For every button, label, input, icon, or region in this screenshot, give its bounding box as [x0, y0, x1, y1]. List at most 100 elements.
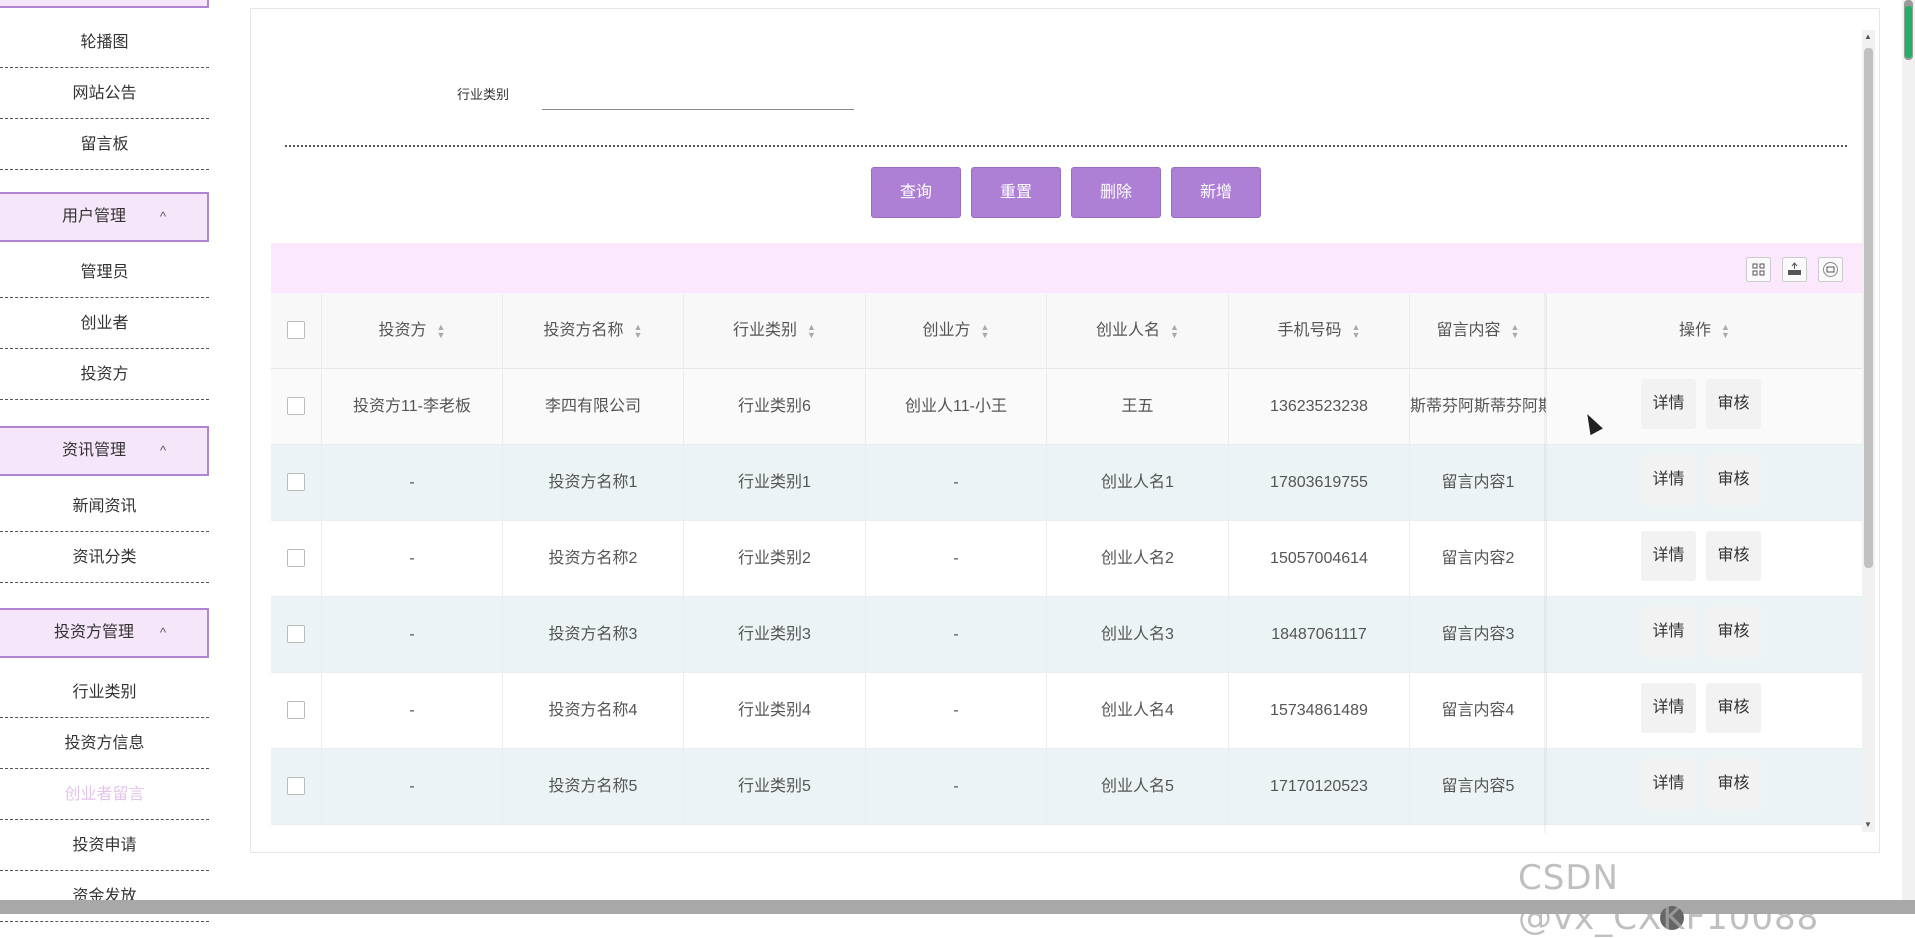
sort-icon[interactable]: ▲ ▼ [1352, 322, 1361, 339]
sidebar-item-investor[interactable]: 投资方 [0, 349, 209, 400]
print-icon[interactable] [1818, 257, 1843, 282]
audit-button[interactable]: 审核 [1706, 379, 1761, 429]
detail-button[interactable]: 详情 [1641, 455, 1696, 505]
scrollbar-thumb[interactable] [1864, 48, 1873, 568]
cell-founder: 创业人11-小王 [866, 369, 1047, 445]
sidebar-item-investor-info[interactable]: 投资方信息 [0, 718, 209, 769]
cell-founder-name: 创业人名1 [1047, 445, 1229, 521]
delete-button[interactable]: 删除 [1071, 167, 1161, 218]
row-checkbox[interactable] [287, 777, 305, 795]
cell-founder: - [866, 521, 1047, 597]
chevron-up-icon: ^ [160, 443, 167, 458]
cell-industry: 行业类别2 [684, 521, 866, 597]
sidebar-group-collapsed-top[interactable] [0, 0, 209, 8]
cell-founder-name: 创业人名3 [1047, 597, 1229, 673]
row-checkbox-cell [271, 597, 322, 673]
cell-message: 留言内容3 [1410, 597, 1547, 673]
industry-filter-input[interactable] [542, 80, 854, 110]
cell-actions: 详情 审核 [1547, 521, 1862, 597]
table-row: - 投资方名称3 行业类别3- 创业人名3 18487061117 留言内容3 详情 审核 [271, 597, 1862, 673]
cell-message: 留言内容2 [1410, 521, 1547, 597]
fixed-column-shadow [1544, 293, 1547, 833]
sidebar-item-admin[interactable]: 管理员 [0, 247, 209, 298]
sidebar-item-news[interactable]: 新闻资讯 [0, 481, 209, 532]
cell-actions: 详情 审核 [1547, 673, 1862, 749]
scroll-down-icon[interactable]: ▼ [1864, 820, 1872, 829]
sidebar-item-founder-messages[interactable]: 创业者留言 [0, 769, 209, 820]
sort-icon[interactable]: ▲ ▼ [1170, 322, 1179, 339]
sidebar-item-carousel[interactable]: 轮播图 [0, 17, 209, 68]
column-header-founder-name[interactable]: 创业人名 ▲ ▼ [1047, 293, 1229, 369]
row-checkbox[interactable] [287, 549, 305, 567]
cell-founder: - [866, 673, 1047, 749]
sidebar-item-fund-disbursement[interactable]: 资金发放 [0, 871, 209, 922]
sidebar-item-founder[interactable]: 创业者 [0, 298, 209, 349]
cell-investor: - [322, 445, 503, 521]
side-widget-tab[interactable] [1905, 6, 1912, 58]
column-header-message[interactable]: 留言内容 ▲ ▼ [1410, 293, 1547, 369]
sidebar-group-user-management[interactable]: 用户管理 ^ [0, 192, 209, 242]
cell-phone: 13623523238 [1229, 369, 1410, 445]
detail-button[interactable]: 详情 [1641, 531, 1696, 581]
sort-icon[interactable]: ▲ ▼ [981, 322, 990, 339]
data-table: 投资方 ▲ ▼ 投资方名称 ▲ ▼ 行业类别 ▲ ▼ 创业方 ▲ ▼ 创业人名 ▲ ▼ 手机号码 ▲ ▼… [271, 293, 1862, 833]
row-checkbox-cell [271, 369, 322, 445]
detail-button[interactable]: 详情 [1641, 379, 1696, 429]
sort-icon[interactable]: ▲ ▼ [807, 322, 816, 339]
sidebar-item-announcements[interactable]: 网站公告 [0, 68, 209, 119]
sidebar-group-investor-management[interactable]: 投资方管理 ^ [0, 608, 209, 658]
audit-button[interactable]: 审核 [1706, 759, 1761, 809]
column-header-investor[interactable]: 投资方 ▲ ▼ [322, 293, 503, 369]
row-checkbox[interactable] [287, 397, 305, 415]
sidebar-group-news-management[interactable]: 资讯管理 ^ [0, 426, 209, 476]
row-checkbox[interactable] [287, 701, 305, 719]
cell-investor: 投资方11-李老板 [322, 369, 503, 445]
reset-button[interactable]: 重置 [971, 167, 1061, 218]
audit-button[interactable]: 审核 [1706, 531, 1761, 581]
audit-button[interactable]: 审核 [1706, 455, 1761, 505]
row-checkbox[interactable] [287, 473, 305, 491]
cell-investor-name: 投资方名称5 [503, 749, 684, 825]
row-checkbox-cell [271, 445, 322, 521]
cell-founder: - [866, 749, 1047, 825]
select-all-checkbox[interactable] [287, 321, 305, 339]
sort-icon[interactable]: ▲ ▼ [437, 322, 446, 339]
columns-icon[interactable] [1746, 257, 1771, 282]
sort-icon[interactable]: ▲ ▼ [1511, 322, 1520, 339]
sort-icon[interactable]: ▲ ▼ [634, 322, 643, 339]
detail-button[interactable]: 详情 [1641, 607, 1696, 657]
column-header-investor-name[interactable]: 投资方名称 ▲ ▼ [503, 293, 684, 369]
row-checkbox-cell [271, 673, 322, 749]
sidebar-item-message-board[interactable]: 留言板 [0, 119, 209, 170]
table-row: - 投资方名称5 行业类别5- 创业人名5 17170120523 留言内容5 详情 审核 [271, 749, 1862, 825]
export-icon[interactable] [1782, 257, 1807, 282]
cell-investor-name: 投资方名称2 [503, 521, 684, 597]
table-scrollbar[interactable]: ▲ ▼ [1862, 30, 1875, 832]
cell-founder-name: 创业人名4 [1047, 673, 1229, 749]
query-button[interactable]: 查询 [871, 167, 961, 218]
sidebar-item-investment-application[interactable]: 投资申请 [0, 820, 209, 871]
column-header-industry[interactable]: 行业类别 ▲ ▼ [684, 293, 866, 369]
audit-button[interactable]: 审核 [1706, 607, 1761, 657]
cell-founder: - [866, 597, 1047, 673]
row-checkbox[interactable] [287, 625, 305, 643]
cell-industry: 行业类别1 [684, 445, 866, 521]
column-header-founder[interactable]: 创业方 ▲ ▼ [866, 293, 1047, 369]
audit-button[interactable]: 审核 [1706, 683, 1761, 733]
sidebar-item-industry[interactable]: 行业类别 [0, 667, 209, 718]
column-header-phone[interactable]: 手机号码 ▲ ▼ [1229, 293, 1410, 369]
scroll-up-icon[interactable]: ▲ [1864, 32, 1872, 41]
column-header-actions[interactable]: 操作 ▲ ▼ [1547, 293, 1862, 369]
sort-icon[interactable]: ▲ ▼ [1721, 322, 1730, 339]
cell-investor: - [322, 597, 503, 673]
add-button[interactable]: 新增 [1171, 167, 1261, 218]
detail-button[interactable]: 详情 [1641, 759, 1696, 809]
cell-investor: - [322, 521, 503, 597]
page-scrollbar[interactable] [1902, 0, 1915, 900]
detail-button[interactable]: 详情 [1641, 683, 1696, 733]
cell-investor-name: 李四有限公司 [503, 369, 684, 445]
sidebar-item-news-category[interactable]: 资讯分类 [0, 532, 209, 583]
row-checkbox-cell [271, 521, 322, 597]
cell-investor-name: 投资方名称4 [503, 673, 684, 749]
sidebar: 轮播图 网站公告 留言板 用户管理 ^ 管理员 创业者 投资方 资讯管理 ^ 新… [0, 0, 210, 922]
